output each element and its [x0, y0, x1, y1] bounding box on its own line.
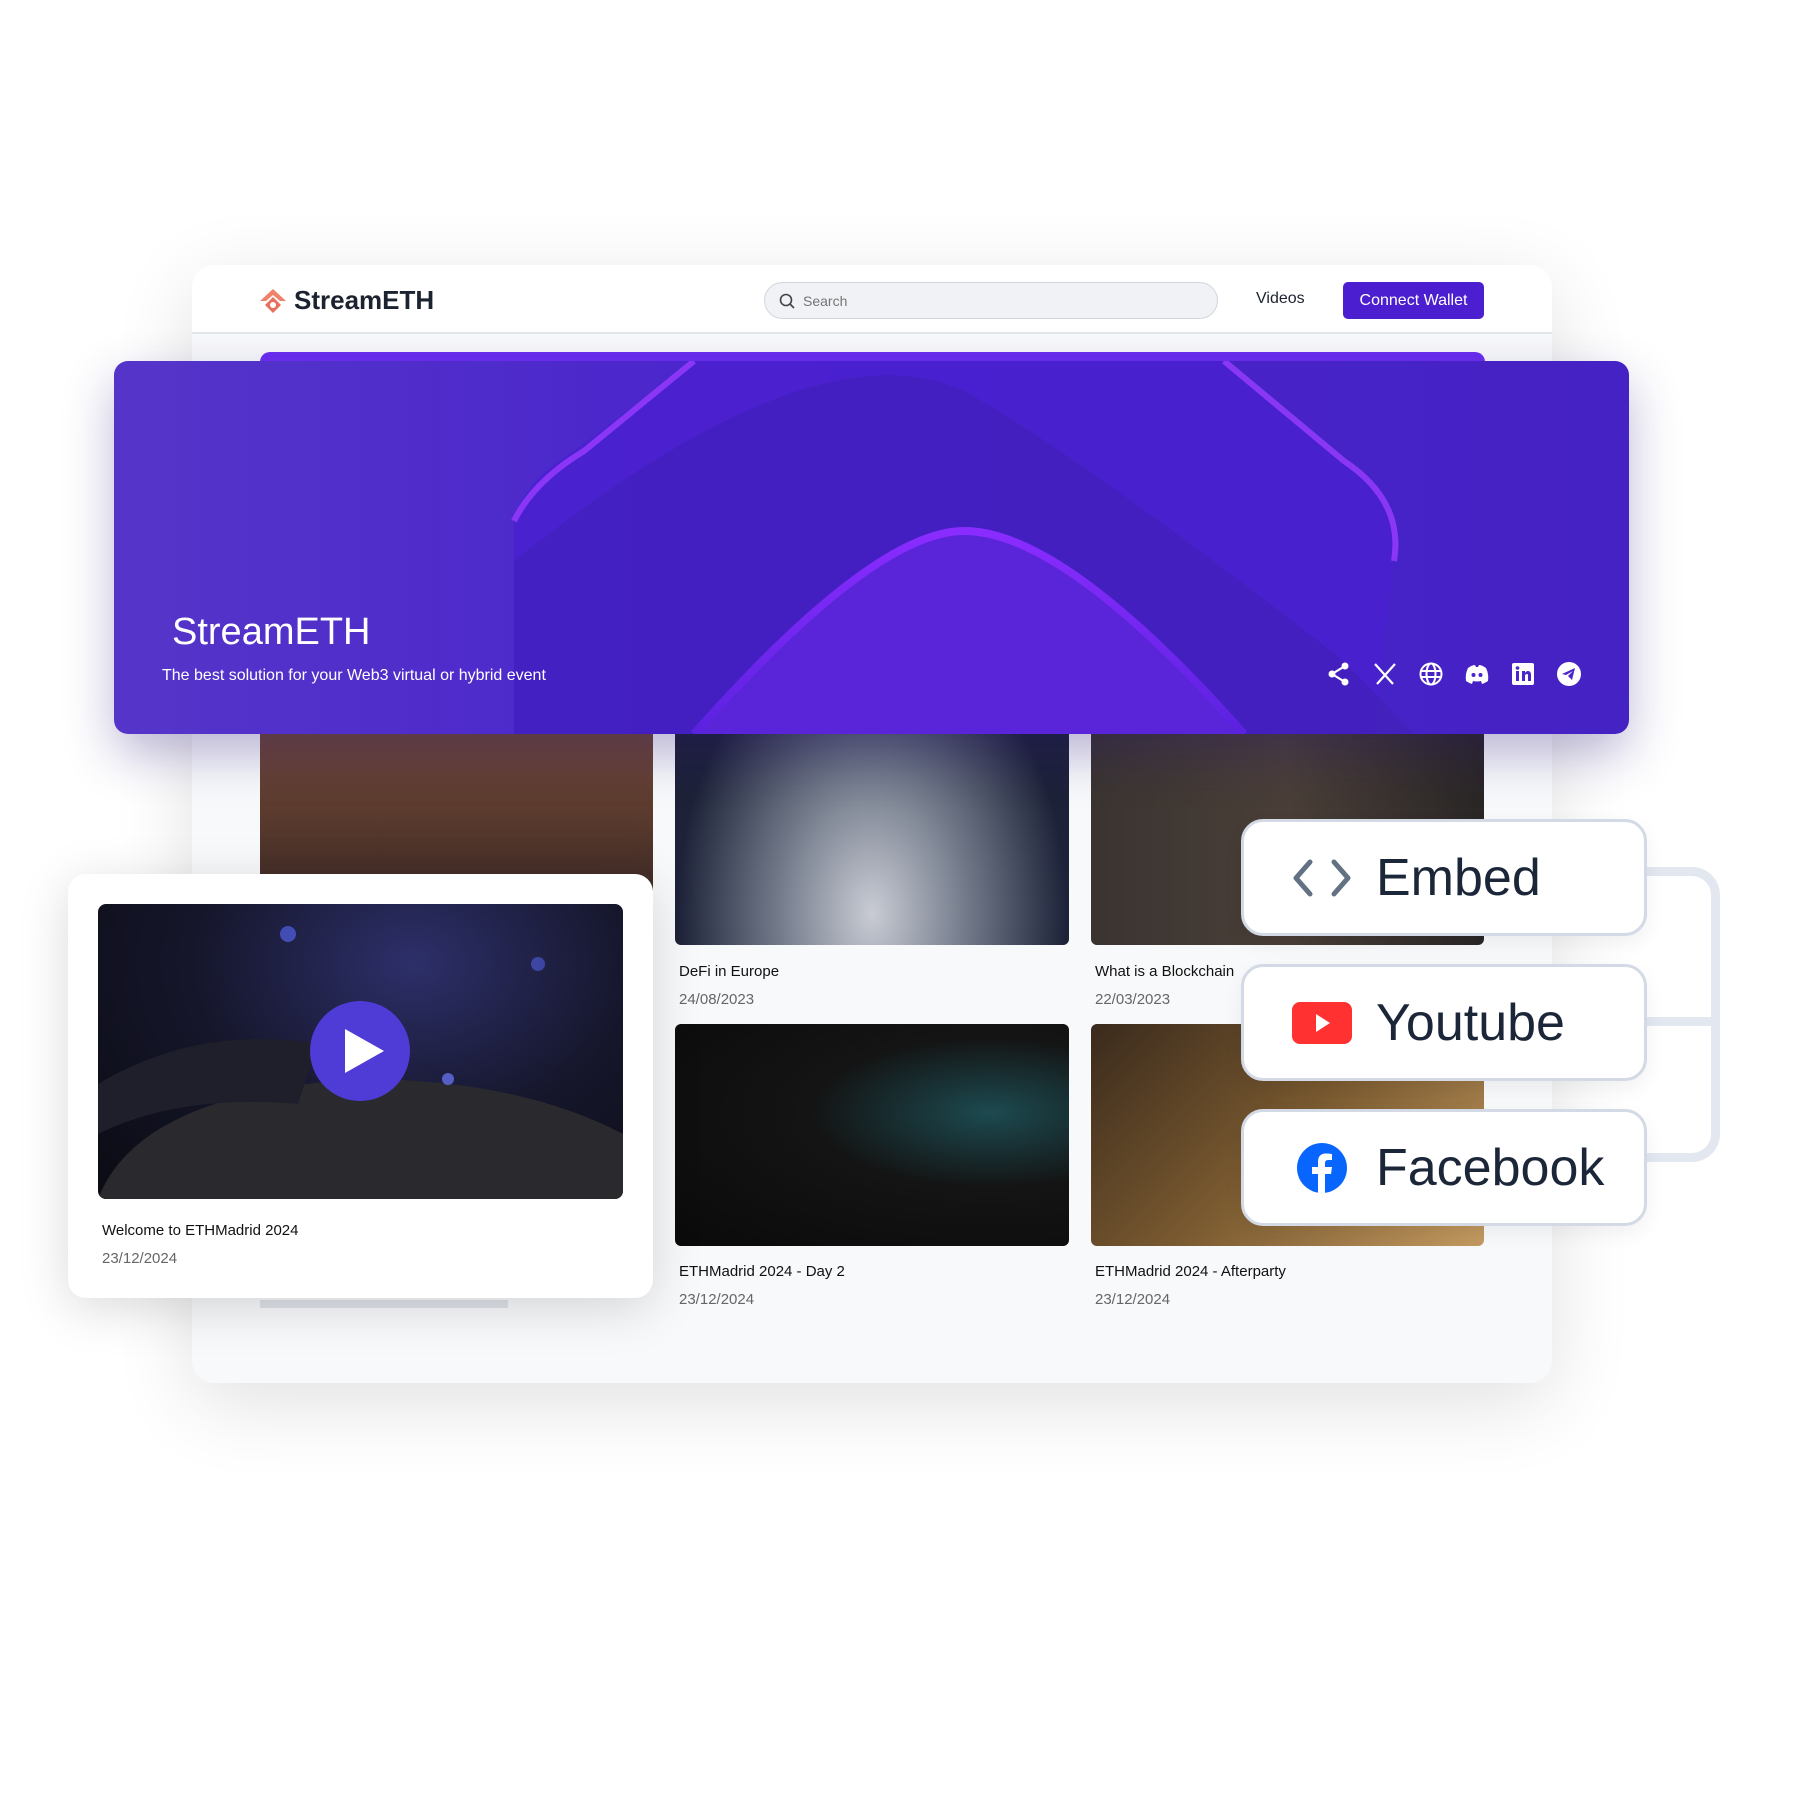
logo-icon: [260, 288, 286, 313]
logo-text: StreamETH: [294, 285, 435, 315]
youtube-option[interactable]: Youtube: [1241, 964, 1647, 1081]
search-icon: [779, 293, 795, 309]
discord-icon[interactable]: [1464, 661, 1490, 687]
facebook-option[interactable]: Facebook: [1241, 1109, 1647, 1226]
placeholder-bar: [260, 1300, 508, 1308]
youtube-icon: [1292, 998, 1352, 1048]
facebook-label: Facebook: [1376, 1138, 1605, 1197]
video-title[interactable]: ETHMadrid 2024 - Afterparty: [1095, 1263, 1286, 1280]
embed-label: Embed: [1376, 848, 1541, 907]
telegram-icon[interactable]: [1556, 661, 1582, 687]
x-icon[interactable]: [1372, 661, 1398, 687]
banner-subtitle: The best solution for your Web3 virtual …: [162, 667, 546, 684]
video-date: 24/08/2023: [679, 991, 755, 1008]
connect-wallet-button[interactable]: Connect Wallet: [1343, 282, 1484, 319]
nav-videos-link[interactable]: Videos: [1256, 290, 1305, 308]
code-icon: [1292, 853, 1352, 903]
featured-video-date: 23/12/2024: [102, 1250, 178, 1267]
logo[interactable]: StreamETH: [258, 285, 434, 316]
play-icon: [345, 1029, 384, 1073]
banner-title: StreamETH: [172, 611, 371, 653]
video-thumbnail-day2[interactable]: [675, 1024, 1069, 1246]
video-date: 22/03/2023: [1095, 991, 1171, 1008]
featured-video-title[interactable]: Welcome to ETHMadrid 2024: [102, 1222, 298, 1239]
video-title[interactable]: ETHMadrid 2024 - Day 2: [679, 1263, 845, 1280]
play-button[interactable]: [310, 1001, 410, 1101]
connector-line: [1647, 867, 1720, 1162]
featured-video-card: Welcome to ETHMadrid 2024 23/12/2024: [68, 874, 653, 1298]
connector-line: [1647, 1017, 1717, 1026]
share-icon[interactable]: [1326, 661, 1352, 687]
linkedin-icon[interactable]: [1510, 661, 1536, 687]
video-date: 23/12/2024: [679, 1291, 755, 1308]
hero-banner: StreamETH The best solution for your Web…: [114, 361, 1629, 734]
youtube-label: Youtube: [1376, 993, 1565, 1052]
search-input[interactable]: [803, 292, 1183, 309]
search-bar[interactable]: [764, 282, 1218, 319]
video-date: 23/12/2024: [1095, 1291, 1171, 1308]
globe-icon[interactable]: [1418, 661, 1444, 687]
embed-option[interactable]: Embed: [1241, 819, 1647, 936]
header: StreamETH Videos Connect Wallet: [192, 265, 1552, 334]
social-links: [1326, 661, 1582, 687]
video-title[interactable]: DeFi in Europe: [679, 963, 779, 980]
video-player[interactable]: [98, 904, 623, 1199]
video-title[interactable]: What is a Blockchain: [1095, 963, 1234, 980]
facebook-icon: [1292, 1142, 1352, 1193]
